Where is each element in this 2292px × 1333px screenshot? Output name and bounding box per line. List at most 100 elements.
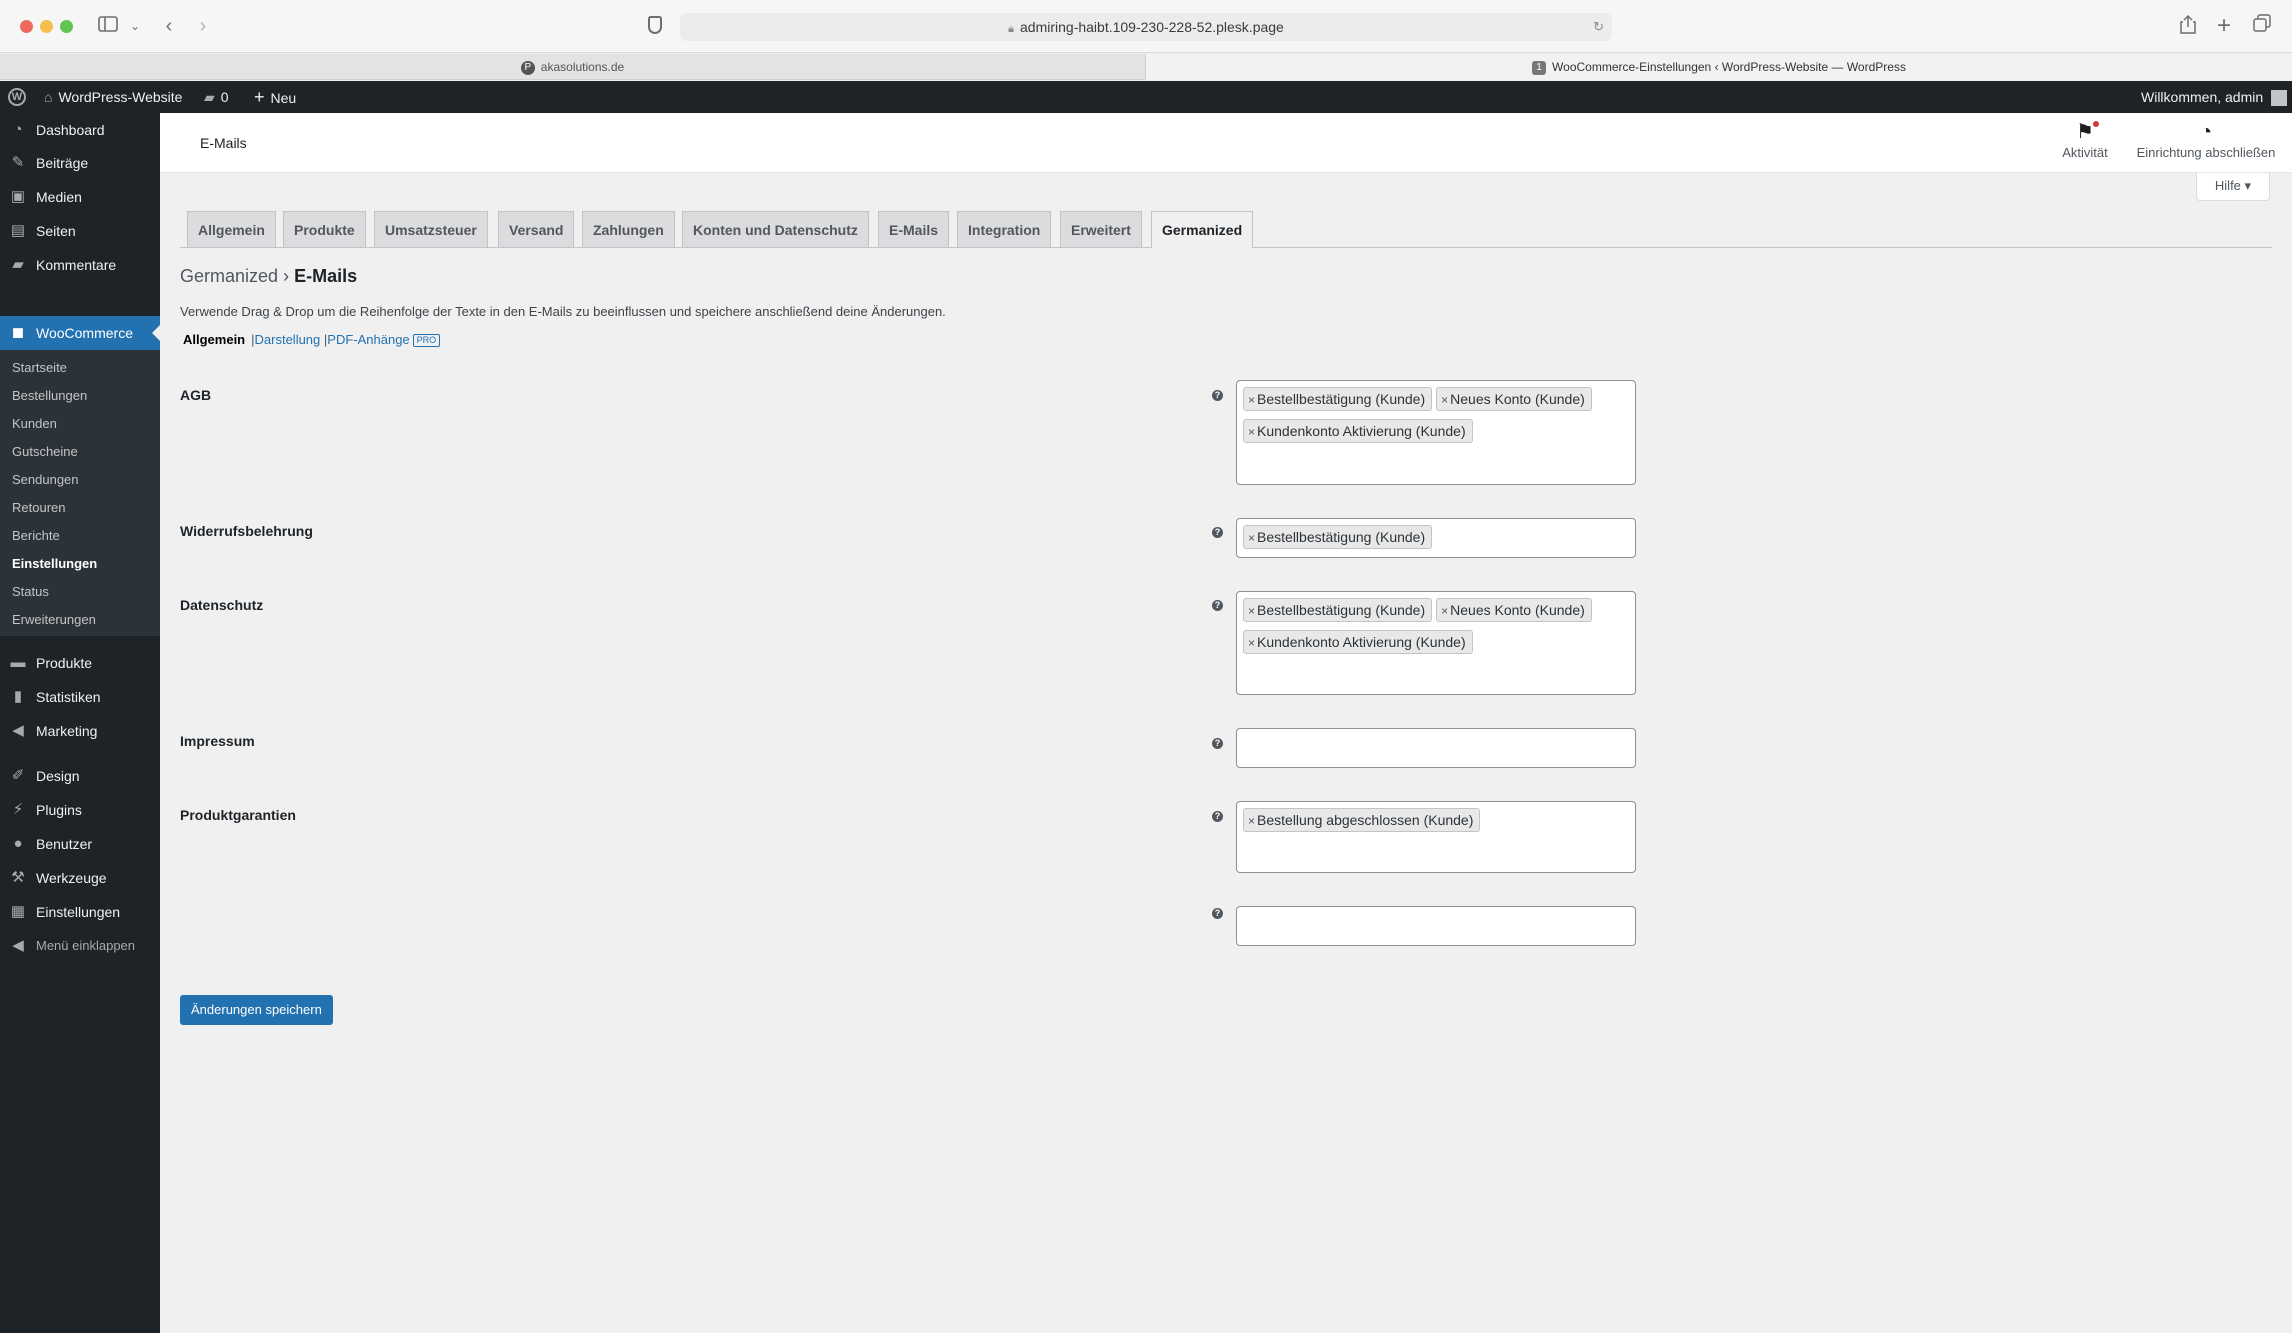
account-menu[interactable]: Willkommen, admin bbox=[2141, 81, 2288, 113]
new-tab-icon[interactable]: + bbox=[2214, 14, 2234, 38]
menu-statistiken[interactable]: ▮ Statistiken bbox=[0, 680, 160, 714]
menu-dashboard[interactable]: ◔ Dashboard bbox=[0, 113, 160, 147]
reload-icon[interactable]: ↻ bbox=[1593, 13, 1604, 41]
tab-umsatzsteuer[interactable]: Umsatzsteuer bbox=[374, 211, 488, 247]
submenu-gutscheine[interactable]: Gutscheine bbox=[12, 438, 78, 466]
privacy-shield-icon[interactable] bbox=[648, 16, 662, 34]
address-bar[interactable]: 🔒︎ admiring-haibt.109-230-228-52.plesk.pa… bbox=[680, 13, 1612, 41]
tab-versand[interactable]: Versand bbox=[498, 211, 575, 247]
datenschutz-multiselect[interactable]: × Bestellbestätigung (Kunde) × Neues Konto … bbox=[1236, 591, 1636, 695]
back-icon[interactable]: ‹ bbox=[160, 14, 178, 38]
help-tip-icon[interactable]: ? bbox=[1212, 390, 1223, 401]
help-tab[interactable]: Hilfe ▾ bbox=[2196, 173, 2270, 201]
menu-design[interactable]: ✐ Design bbox=[0, 759, 160, 793]
widerrufsbelehrung-multiselect[interactable]: × Bestellbestätigung (Kunde) bbox=[1236, 518, 1636, 558]
subnav-pdf-anhaenge[interactable]: PDF-Anhänge bbox=[327, 332, 409, 347]
pin-icon: ✎ bbox=[11, 154, 25, 171]
tab-e-mails[interactable]: E-Mails bbox=[878, 211, 950, 247]
menu-woocommerce[interactable]: ◼ WooCommerce bbox=[0, 316, 160, 350]
tab-konten-datenschutz[interactable]: Konten und Datenschutz bbox=[682, 211, 869, 247]
menu-benutzer[interactable]: ● Benutzer bbox=[0, 827, 160, 861]
agb-multiselect[interactable]: × Bestellbestätigung (Kunde) × Neues Konto … bbox=[1236, 380, 1636, 485]
browser-tab-bar: Pakasolutions.de 1 WooCommerce-Einstellun… bbox=[0, 54, 2292, 80]
tab-allgemein[interactable]: Allgemein bbox=[187, 211, 276, 247]
remove-icon[interactable]: × bbox=[1248, 393, 1255, 407]
menu-collapse[interactable]: ◀ Menü einklappen bbox=[0, 929, 160, 963]
help-tip-icon[interactable]: ? bbox=[1212, 738, 1223, 749]
remove-icon[interactable]: × bbox=[1248, 636, 1255, 650]
submenu-startseite[interactable]: Startseite bbox=[12, 354, 67, 382]
setup-button[interactable]: ◔ Einrichtung abschließen bbox=[2132, 121, 2280, 160]
chevron-right-icon: › bbox=[283, 266, 290, 286]
submenu-einstellungen[interactable]: Einstellungen bbox=[12, 550, 97, 578]
save-changes-button[interactable]: Änderungen speichern bbox=[180, 995, 333, 1025]
submenu-retouren[interactable]: Retouren bbox=[12, 494, 65, 522]
help-tip-icon[interactable]: ? bbox=[1212, 527, 1223, 538]
products-icon: ▬ bbox=[10, 654, 26, 671]
chevron-down-icon[interactable]: ⌄ bbox=[128, 14, 142, 38]
remove-icon[interactable]: × bbox=[1248, 814, 1255, 828]
help-tip-icon[interactable]: ? bbox=[1212, 811, 1223, 822]
activity-button[interactable]: ⚑ Aktivität bbox=[2050, 121, 2120, 160]
menu-einstellungen[interactable]: ▦ Einstellungen bbox=[0, 895, 160, 929]
menu-posts[interactable]: ✎ Beiträge bbox=[0, 146, 160, 180]
remove-icon[interactable]: × bbox=[1248, 604, 1255, 618]
close-window-button[interactable] bbox=[20, 20, 33, 33]
remove-icon[interactable]: × bbox=[1248, 531, 1255, 545]
submenu-sendungen[interactable]: Sendungen bbox=[12, 466, 79, 494]
dashboard-icon: ◔ bbox=[13, 121, 23, 138]
submenu-status[interactable]: Status bbox=[12, 578, 49, 606]
wordpress-logo-icon[interactable]: W bbox=[8, 88, 26, 106]
subnav-darstellung[interactable]: Darstellung bbox=[255, 332, 321, 347]
submenu-erweiterungen[interactable]: Erweiterungen bbox=[12, 606, 96, 634]
tab-zahlungen[interactable]: Zahlungen bbox=[582, 211, 675, 247]
notification-dot bbox=[2093, 121, 2099, 127]
tab-produkte[interactable]: Produkte bbox=[283, 211, 366, 247]
minimize-window-button[interactable] bbox=[40, 20, 53, 33]
zoom-window-button[interactable] bbox=[60, 20, 73, 33]
tab-erweitert[interactable]: Erweitert bbox=[1060, 211, 1142, 247]
selected-chip: × Kundenkonto Aktivierung (Kunde) bbox=[1243, 630, 1473, 654]
produktgarantien-multiselect[interactable]: × Bestellung abgeschlossen (Kunde) bbox=[1236, 801, 1636, 873]
breadcrumb: Germanized › E-Mails bbox=[180, 262, 357, 290]
page-description: Verwende Drag & Drop um die Reihenfolge … bbox=[180, 304, 946, 319]
browser-tab-woocommerce[interactable]: 1 WooCommerce-Einstellungen ‹ WordPress-W… bbox=[1146, 54, 2292, 80]
menu-produkte[interactable]: ▬ Produkte bbox=[0, 646, 160, 680]
help-tip-icon[interactable]: ? bbox=[1212, 600, 1223, 611]
page-title: E-Mails bbox=[200, 135, 247, 151]
remove-icon[interactable]: × bbox=[1248, 425, 1255, 439]
forward-icon[interactable]: › bbox=[194, 14, 212, 38]
menu-plugins[interactable]: ⚡︎ Plugins bbox=[0, 793, 160, 827]
stats-icon: ▮ bbox=[13, 688, 23, 705]
menu-comments[interactable]: ▰ Kommentare bbox=[0, 248, 160, 282]
tab-germanized[interactable]: Germanized bbox=[1151, 211, 1254, 248]
help-tip-icon[interactable]: ? bbox=[1212, 908, 1223, 919]
browser-tab-akasolutions[interactable]: Pakasolutions.de bbox=[0, 54, 1146, 80]
subnav-allgemein[interactable]: Allgemein bbox=[183, 332, 245, 347]
remove-icon[interactable]: × bbox=[1441, 604, 1448, 618]
tab-overview-icon[interactable] bbox=[2252, 14, 2272, 38]
collapse-icon: ◀ bbox=[12, 937, 24, 954]
menu-pages[interactable]: ▤ Seiten bbox=[0, 214, 160, 248]
submenu-bestellungen[interactable]: Bestellungen bbox=[12, 382, 87, 410]
remove-icon[interactable]: × bbox=[1441, 393, 1448, 407]
share-icon[interactable] bbox=[2178, 14, 2198, 38]
site-name-link[interactable]: ⌂ WordPress-Website bbox=[44, 81, 182, 113]
unlabeled-multiselect[interactable] bbox=[1236, 906, 1636, 946]
url-text: admiring-haibt.109-230-228-52.plesk.page bbox=[1020, 19, 1284, 35]
impressum-multiselect[interactable] bbox=[1236, 728, 1636, 768]
progress-circle-icon: ◔ bbox=[2199, 121, 2213, 143]
comment-icon: ▰ bbox=[204, 89, 215, 105]
new-content-link[interactable]: + Neu bbox=[254, 81, 296, 113]
menu-media[interactable]: ▣ Medien bbox=[0, 180, 160, 214]
menu-marketing[interactable]: ◀ Marketing bbox=[0, 714, 160, 748]
sidebar-toggle-icon[interactable] bbox=[96, 14, 120, 38]
submenu-kunden[interactable]: Kunden bbox=[12, 410, 57, 438]
tab-label: WooCommerce-Einstellungen ‹ WordPress-We… bbox=[1552, 60, 1906, 74]
tab-integration[interactable]: Integration bbox=[957, 211, 1052, 247]
favicon-icon: P bbox=[520, 60, 535, 75]
submenu-berichte[interactable]: Berichte bbox=[12, 522, 60, 550]
breadcrumb-parent[interactable]: Germanized bbox=[180, 266, 278, 286]
menu-werkzeuge[interactable]: ⚒︎ Werkzeuge bbox=[0, 861, 160, 895]
comments-link[interactable]: ▰ 0 bbox=[204, 81, 229, 113]
